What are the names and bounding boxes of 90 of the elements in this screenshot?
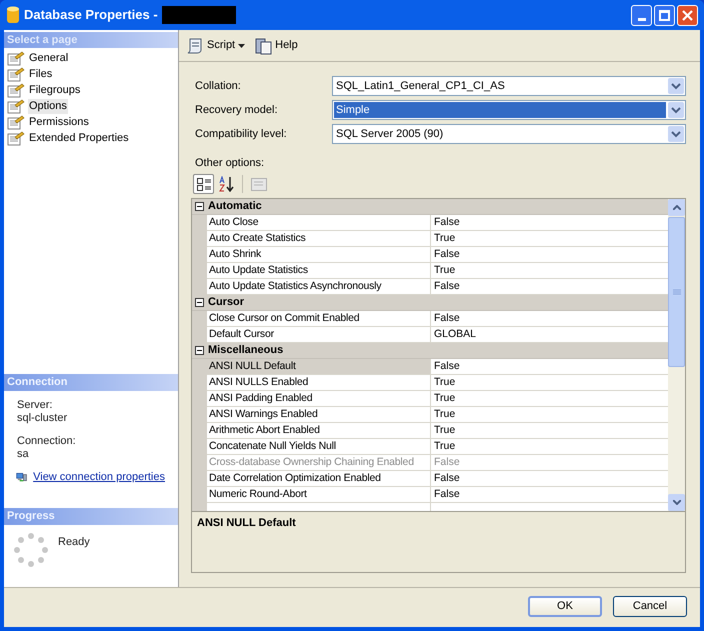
- scrollbar[interactable]: [668, 199, 685, 511]
- progress-status: Ready: [58, 535, 90, 550]
- page-icon: [7, 130, 25, 146]
- property-value[interactable]: True: [431, 423, 668, 439]
- server-label: Server:: [17, 399, 54, 412]
- property-name[interactable]: ANSI Padding Enabled: [207, 391, 431, 407]
- description-title: ANSI NULL Default: [197, 517, 296, 529]
- category-header: Cursor: [208, 295, 244, 310]
- dropdown-field[interactable]: Simple: [332, 100, 686, 120]
- property-value[interactable]: False: [431, 215, 668, 231]
- connection-user: sa: [17, 448, 30, 461]
- property-name[interactable]: Date Correlation Optimization Enabled: [207, 471, 431, 487]
- property-name[interactable]: Auto Create Statistics: [207, 231, 431, 247]
- field-label: Collation:: [194, 78, 242, 94]
- collapse-icon[interactable]: [195, 202, 204, 211]
- collapse-icon[interactable]: [195, 346, 204, 355]
- help-button[interactable]: Help: [255, 36, 298, 54]
- dropdown-field[interactable]: SQL Server 2005 (90): [332, 124, 686, 144]
- page-icon: [7, 66, 25, 82]
- page-list-item[interactable]: Permissions: [28, 114, 90, 130]
- minimize-button[interactable]: [631, 4, 652, 26]
- property-name[interactable]: ANSI Warnings Enabled: [207, 407, 431, 423]
- scroll-down-button[interactable]: [668, 494, 685, 511]
- scroll-thumb[interactable]: [668, 217, 685, 367]
- categorized-button[interactable]: [193, 174, 214, 194]
- page-icon: [7, 114, 25, 130]
- category-header: Miscellaneous: [208, 343, 284, 358]
- property-value[interactable]: True: [431, 407, 668, 423]
- property-value[interactable]: False: [431, 279, 668, 295]
- property-value[interactable]: GLOBAL: [431, 327, 668, 343]
- property-name[interactable]: Numeric Round-Abort: [207, 487, 431, 503]
- script-button[interactable]: Script: [186, 36, 246, 54]
- property-value[interactable]: False: [431, 487, 668, 503]
- property-value[interactable]: True: [431, 391, 668, 407]
- property-value[interactable]: False: [431, 311, 668, 327]
- property-pages-icon: [250, 178, 266, 190]
- section-label: Other options:: [195, 156, 266, 170]
- connection-label: Connection:: [17, 435, 77, 448]
- book-icon: [255, 36, 272, 54]
- field-label: Recovery model:: [194, 102, 279, 118]
- page-list-item[interactable]: General: [28, 50, 70, 66]
- property-name[interactable]: Auto Close: [207, 215, 431, 231]
- property-name[interactable]: Concatenate Null Yields Null: [207, 439, 431, 455]
- maximize-icon: [659, 10, 670, 20]
- property-name[interactable]: Auto Update Statistics: [207, 263, 431, 279]
- property-value[interactable]: True: [431, 231, 668, 247]
- property-name[interactable]: Close Cursor on Commit Enabled: [207, 311, 431, 327]
- page-list-item[interactable]: Files: [28, 66, 54, 82]
- property-name[interactable]: Auto Update Statistics Asynchronously: [207, 279, 431, 295]
- dialog-button[interactable]: Cancel: [613, 596, 687, 617]
- window-title: Database Properties -: [24, 6, 158, 24]
- property-name[interactable]: Arithmetic Abort Enabled: [207, 423, 431, 439]
- property-name[interactable]: Auto Shrink: [207, 247, 431, 263]
- field-label: Compatibility level:: [194, 126, 288, 142]
- scroll-icon: [186, 36, 204, 54]
- panel-header: Progress: [4, 508, 178, 525]
- property-name[interactable]: ANSI NULLS Enabled: [207, 375, 431, 391]
- page-list-item[interactable]: Filegroups: [28, 82, 82, 98]
- page-list-item[interactable]: Extended Properties: [28, 130, 130, 146]
- property-name[interactable]: Default Cursor: [207, 327, 431, 343]
- property-value[interactable]: True: [431, 263, 668, 279]
- category-header: Automatic: [208, 199, 262, 214]
- page-icon: [7, 82, 25, 98]
- maximize-button[interactable]: [654, 4, 675, 26]
- dropdown-field[interactable]: SQL_Latin1_General_CP1_CI_AS: [332, 76, 686, 96]
- dialog-button[interactable]: OK: [528, 596, 602, 617]
- page-icon: [7, 50, 25, 66]
- property-value[interactable]: False: [431, 359, 668, 375]
- database-icon: [6, 5, 20, 25]
- dropdown-arrow-icon: [238, 44, 246, 48]
- sort-az-icon: [218, 176, 234, 192]
- spinner-icon: [14, 533, 48, 567]
- categorized-icon: [196, 178, 210, 190]
- page-list-item[interactable]: Options: [28, 98, 68, 114]
- grip-icon: [672, 288, 680, 296]
- panel-header: Connection: [4, 374, 178, 391]
- property-name[interactable]: ANSI NULL Default: [207, 359, 431, 375]
- server-name: sql-cluster: [17, 412, 68, 425]
- scroll-up-button[interactable]: [668, 199, 685, 216]
- property-value[interactable]: True: [431, 439, 668, 455]
- property-value[interactable]: False: [431, 471, 668, 487]
- close-icon: [682, 10, 693, 20]
- panel-header: Select a page: [4, 32, 178, 48]
- property-value[interactable]: True: [431, 375, 668, 391]
- collapse-icon[interactable]: [195, 298, 204, 307]
- connection-properties-link[interactable]: View connection properties: [33, 469, 165, 486]
- close-button[interactable]: [677, 4, 698, 26]
- property-value[interactable]: False: [431, 247, 668, 263]
- page-icon: [7, 98, 25, 114]
- minimize-icon: [638, 18, 646, 20]
